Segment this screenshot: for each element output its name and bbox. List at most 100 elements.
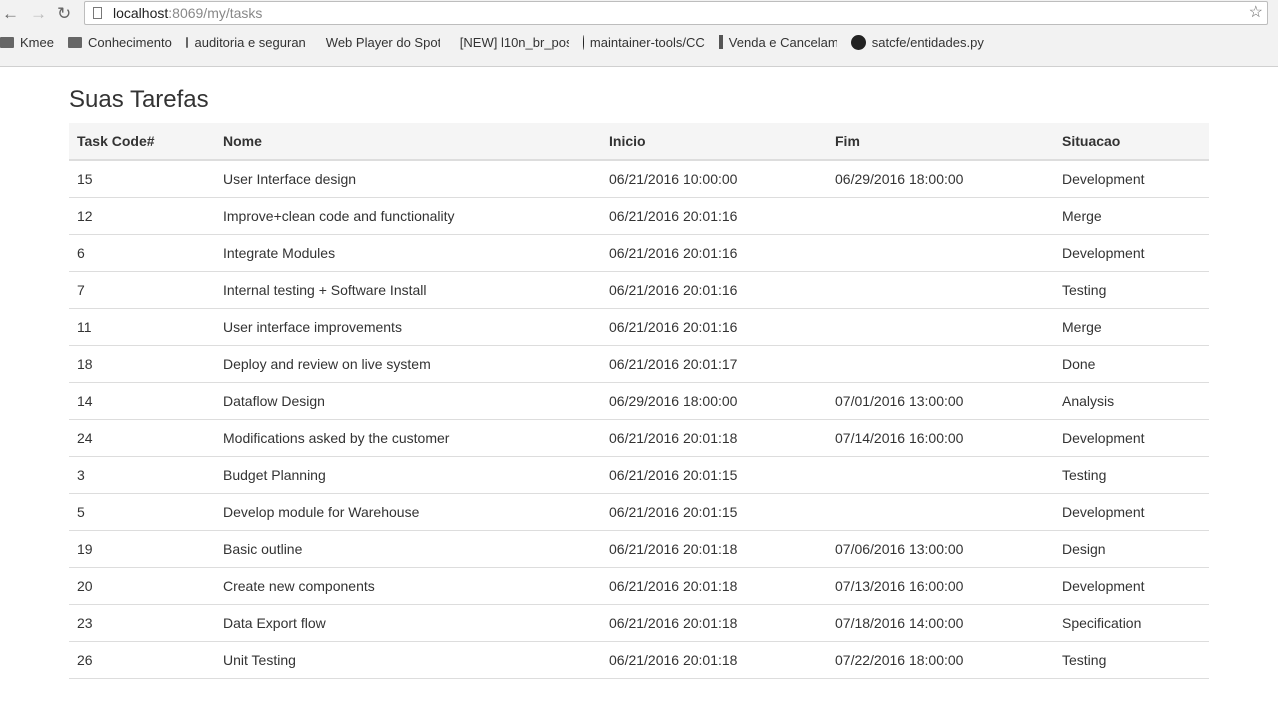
column-header: Nome [215, 123, 601, 161]
table-cell: User Interface design [215, 160, 601, 198]
table-cell [827, 493, 1054, 531]
folder-icon [67, 36, 82, 48]
table-cell: Testing [1054, 271, 1209, 309]
browser-chrome: ← → ↻ localhost:8069/my/tasks ☆ Kmee Conh… [0, 0, 1278, 67]
table-cell: Develop module for Warehouse [215, 493, 601, 531]
table-cell [827, 197, 1054, 235]
bookmark-item[interactable]: Venda e Cancelame [718, 32, 837, 52]
folder-icon [0, 36, 14, 48]
bookmark-label: [NEW] l10n_br_pos [459, 34, 569, 50]
table-cell: 06/21/2016 20:01:16 [601, 234, 827, 272]
bookmark-item[interactable]: [NEW] l10n_br_pos [454, 32, 569, 52]
table-cell: 24 [69, 419, 215, 457]
table-cell: 06/21/2016 20:01:16 [601, 271, 827, 309]
table-row[interactable]: 5 Develop module for Warehouse 06/21/2016 … [69, 493, 1209, 531]
column-header: Situacao [1054, 123, 1209, 161]
bookmark-label: satcfe/entidades.py [871, 34, 984, 50]
table-cell: 06/21/2016 20:01:15 [601, 493, 827, 531]
table-cell: 07/18/2016 14:00:00 [827, 604, 1054, 642]
table-cell: Development [1054, 567, 1209, 605]
table-cell [827, 456, 1054, 494]
table-row[interactable]: 15 User Interface design 06/21/2016 10:00:… [69, 160, 1209, 198]
table-cell: Integrate Modules [215, 234, 601, 272]
bookmark-item[interactable]: Conhecimento [67, 32, 172, 52]
folder-icon [185, 36, 189, 48]
table-cell: Done [1054, 345, 1209, 383]
table-cell: Development [1054, 419, 1209, 457]
table-cell: Development [1054, 234, 1209, 272]
table-cell: Budget Planning [215, 456, 601, 494]
address-bar[interactable]: localhost:8069/my/tasks ☆ [84, 1, 1268, 25]
table-row[interactable]: 14 Dataflow Design 06/29/2016 18:00:00 07/0… [69, 382, 1209, 420]
table-cell: 06/21/2016 20:01:16 [601, 308, 827, 346]
table-cell: 06/21/2016 20:01:18 [601, 530, 827, 568]
bookmark-label: Kmee [20, 34, 54, 50]
bookmark-label: auditoria e seguran [194, 34, 306, 50]
table-cell: Deploy and review on live system [215, 345, 601, 383]
table-cell: 06/21/2016 20:01:16 [601, 197, 827, 235]
table-cell: 23 [69, 604, 215, 642]
table-row[interactable]: 20 Create new components 06/21/2016 20:01:… [69, 567, 1209, 605]
github-icon [582, 34, 584, 50]
table-cell [827, 234, 1054, 272]
table-cell: 06/21/2016 20:01:18 [601, 419, 827, 457]
table-cell: Dataflow Design [215, 382, 601, 420]
table-cell: Merge [1054, 308, 1209, 346]
column-header: Inicio [601, 123, 827, 161]
table-cell: Development [1054, 160, 1209, 198]
table-cell: 07/01/2016 13:00:00 [827, 382, 1054, 420]
table-cell: 07/06/2016 13:00:00 [827, 530, 1054, 568]
table-cell: 5 [69, 493, 215, 531]
table-cell: 07/14/2016 16:00:00 [827, 419, 1054, 457]
table-cell: 7 [69, 271, 215, 309]
table-header: Task Code# Nome Inicio Fim Situacao [69, 123, 1209, 161]
bookmark-item[interactable]: maintainer-tools/CC [582, 32, 705, 52]
page-title: Suas Tarefas [69, 86, 209, 113]
bookmark-item[interactable]: auditoria e seguran [185, 32, 306, 52]
table-cell: Unit Testing [215, 641, 601, 679]
table-row[interactable]: 24 Modifications asked by the customer 06/… [69, 419, 1209, 457]
table-row[interactable]: 12 Improve+clean code and functionality 06… [69, 197, 1209, 235]
bookmarks-bar: Kmee Conhecimento auditoria e seguran Web P… [0, 32, 998, 52]
reload-icon[interactable]: ↻ [57, 4, 71, 24]
table-cell: 07/13/2016 16:00:00 [827, 567, 1054, 605]
bookmark-item[interactable]: Web Player do Spot [320, 32, 440, 52]
table-cell [827, 308, 1054, 346]
table-row[interactable]: 26 Unit Testing 06/21/2016 20:01:18 07/22/2… [69, 641, 1209, 679]
back-icon[interactable]: ← [2, 4, 19, 24]
bookmark-star-icon[interactable]: ☆ [1249, 2, 1263, 24]
table-cell: Improve+clean code and functionality [215, 197, 601, 235]
url-host: localhost [113, 5, 169, 21]
bookmark-item[interactable]: Kmee [0, 32, 54, 52]
table-cell: 12 [69, 197, 215, 235]
table-cell [827, 345, 1054, 383]
table-cell: 06/21/2016 10:00:00 [601, 160, 827, 198]
table-cell: 14 [69, 382, 215, 420]
table-cell: 3 [69, 456, 215, 494]
table-row[interactable]: 6 Integrate Modules 06/21/2016 20:01:16 Dev… [69, 234, 1209, 272]
table-row[interactable]: 7 Internal testing + Software Install 06/2… [69, 271, 1209, 309]
table-cell: 06/21/2016 20:01:17 [601, 345, 827, 383]
bookmark-label: Conhecimento [87, 34, 172, 50]
table-cell: Internal testing + Software Install [215, 271, 601, 309]
table-cell: 20 [69, 567, 215, 605]
bookmark-item[interactable]: satcfe/entidades.py [850, 32, 984, 52]
table-cell: Design [1054, 530, 1209, 568]
table-cell: 06/29/2016 18:00:00 [601, 382, 827, 420]
table-cell: Testing [1054, 456, 1209, 494]
table-cell: 06/29/2016 18:00:00 [827, 160, 1054, 198]
table-row[interactable]: 19 Basic outline 06/21/2016 20:01:18 07/06/… [69, 530, 1209, 568]
table-row[interactable]: 3 Budget Planning 06/21/2016 20:01:15 Testi… [69, 456, 1209, 494]
column-header: Task Code# [69, 123, 215, 161]
table-cell: 06/21/2016 20:01:18 [601, 641, 827, 679]
table-cell [827, 271, 1054, 309]
table-cell: Development [1054, 493, 1209, 531]
bookmark-label: Web Player do Spot [325, 34, 440, 50]
table-cell: 06/21/2016 20:01:18 [601, 567, 827, 605]
table-row[interactable]: 11 User interface improvements 06/21/2016 … [69, 308, 1209, 346]
bookmark-label: Venda e Cancelame [728, 34, 837, 50]
forward-icon[interactable]: → [30, 4, 47, 24]
table-row[interactable]: 18 Deploy and review on live system 06/21/… [69, 345, 1209, 383]
table-row[interactable]: 23 Data Export flow 06/21/2016 20:01:18 07/… [69, 604, 1209, 642]
bookmark-label: maintainer-tools/CC [589, 34, 705, 50]
